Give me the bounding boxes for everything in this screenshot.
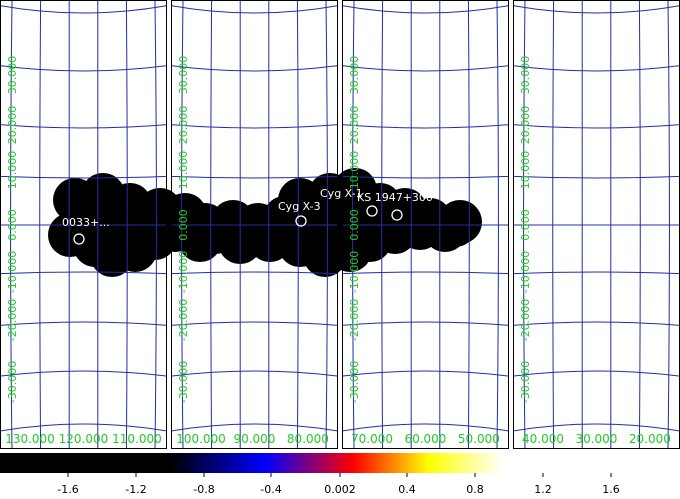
grid-parallel [170, 321, 339, 326]
ra-label: 130.000 [5, 432, 55, 446]
colorbar-tick-label: -0.8 [193, 483, 214, 496]
grid-parallel [0, 321, 168, 326]
source-label: KS 1947+300 [357, 191, 433, 204]
colorbar-tick-label: -0.4 [260, 483, 281, 496]
dec-label: -30.000 [519, 361, 532, 403]
grid-parallel [170, 423, 339, 432]
grid-parallel [170, 124, 339, 129]
blob-region [243, 208, 287, 252]
grid-parallel [512, 175, 680, 179]
source-label: 0033+... [62, 216, 110, 229]
grid-parallel [0, 65, 168, 72]
dec-label: -10.000 [177, 251, 190, 293]
ra-label: 80.000 [287, 432, 329, 446]
blob-region [153, 208, 197, 252]
colorbar-tick-label: 0.8 [466, 483, 484, 496]
dec-label: 0.000 [6, 209, 19, 241]
grid-parallel [512, 423, 680, 432]
dec-label: -30.000 [177, 361, 190, 403]
grid-parallel [512, 124, 680, 129]
grid-parallel [0, 423, 168, 432]
dec-label: 10.000 [6, 151, 19, 190]
dec-label: -10.000 [519, 251, 532, 293]
colorbar-tick-label: 0.4 [398, 483, 416, 496]
grid-parallel [341, 124, 510, 129]
dec-label: -20.000 [6, 299, 19, 341]
grid-parallel [170, 5, 339, 14]
ra-label: 120.000 [59, 432, 109, 446]
grid-parallel [0, 271, 168, 275]
colorbar-gradient [0, 453, 680, 473]
dec-label: 0.000 [348, 209, 361, 241]
ra-label: 60.000 [404, 432, 446, 446]
significance-map [48, 168, 482, 277]
dec-label: 10.000 [519, 151, 532, 190]
dec-label: 0.000 [519, 209, 532, 241]
dec-label: 30.000 [177, 56, 190, 95]
ra-label: 100.000 [176, 432, 226, 446]
dec-label: -20.000 [519, 299, 532, 341]
dec-label: 20.000 [6, 106, 19, 145]
grid-parallel [341, 321, 510, 326]
sky-map: 30.000 20.000 10.000 0.000 -10.000 -20.000 -30… [0, 0, 680, 450]
colorbar-tick-label: -1.6 [57, 483, 78, 496]
dec-label: -30.000 [348, 361, 361, 403]
colorbar-tick-label: 1.6 [602, 483, 620, 496]
grid-parallel [170, 175, 339, 179]
dec-label: 20.000 [348, 106, 361, 145]
grid-parallel [512, 271, 680, 275]
dec-label: 10.000 [177, 151, 190, 190]
ra-label: 50.000 [458, 432, 500, 446]
dec-label: -20.000 [348, 299, 361, 341]
grid-parallel [341, 5, 510, 14]
grid-parallel [170, 65, 339, 72]
blob-region [438, 200, 482, 244]
dec-label: -20.000 [177, 299, 190, 341]
ra-label: 110.000 [112, 432, 162, 446]
dec-label: 10.000 [348, 151, 361, 190]
colorbar-ticks: -1.6 -1.2 -0.8 -0.4 0.002 0.4 0.8 1.2 1.6 [57, 473, 620, 496]
grid-parallel [0, 124, 168, 129]
dec-label: -30.000 [6, 361, 19, 403]
ra-label: 20.000 [629, 432, 671, 446]
grid-parallel [170, 370, 339, 377]
grid-parallel [341, 271, 510, 275]
dec-label: 20.000 [519, 106, 532, 145]
grid-parallel [0, 5, 168, 14]
dec-label: 30.000 [6, 56, 19, 95]
colorbar-tick-label: -1.2 [125, 483, 146, 496]
ra-label: 90.000 [233, 432, 275, 446]
dec-label: 20.000 [177, 106, 190, 145]
colorbar-tick-label: 0.002 [324, 483, 356, 496]
grid-parallel [512, 5, 680, 14]
grid-parallel [512, 370, 680, 377]
colorbar: -1.6 -1.2 -0.8 -0.4 0.002 0.4 0.8 1.2 1.6 [0, 453, 680, 496]
colorbar-tick-label: 1.2 [534, 483, 552, 496]
dec-label: 0.000 [177, 209, 190, 241]
grid-parallel [512, 65, 680, 72]
grid-parallel [0, 175, 168, 179]
grid-parallel [341, 370, 510, 377]
dec-label: 30.000 [519, 56, 532, 95]
dec-label: 30.000 [348, 56, 361, 95]
grid-parallel [341, 423, 510, 432]
source-label: Cyg X-3 [278, 200, 321, 213]
ra-label: 70.000 [351, 432, 393, 446]
grid-parallel [512, 321, 680, 326]
grid-parallel [0, 370, 168, 377]
grid-parallel [341, 65, 510, 72]
dec-label: -10.000 [6, 251, 19, 293]
ra-label: 30.000 [575, 432, 617, 446]
dec-label: -10.000 [348, 251, 361, 293]
blob-region [193, 210, 237, 254]
ra-label: 40.000 [522, 432, 564, 446]
ra-labels: 130.000 120.000 110.000 100.000 90.000 80.000… [5, 432, 671, 446]
